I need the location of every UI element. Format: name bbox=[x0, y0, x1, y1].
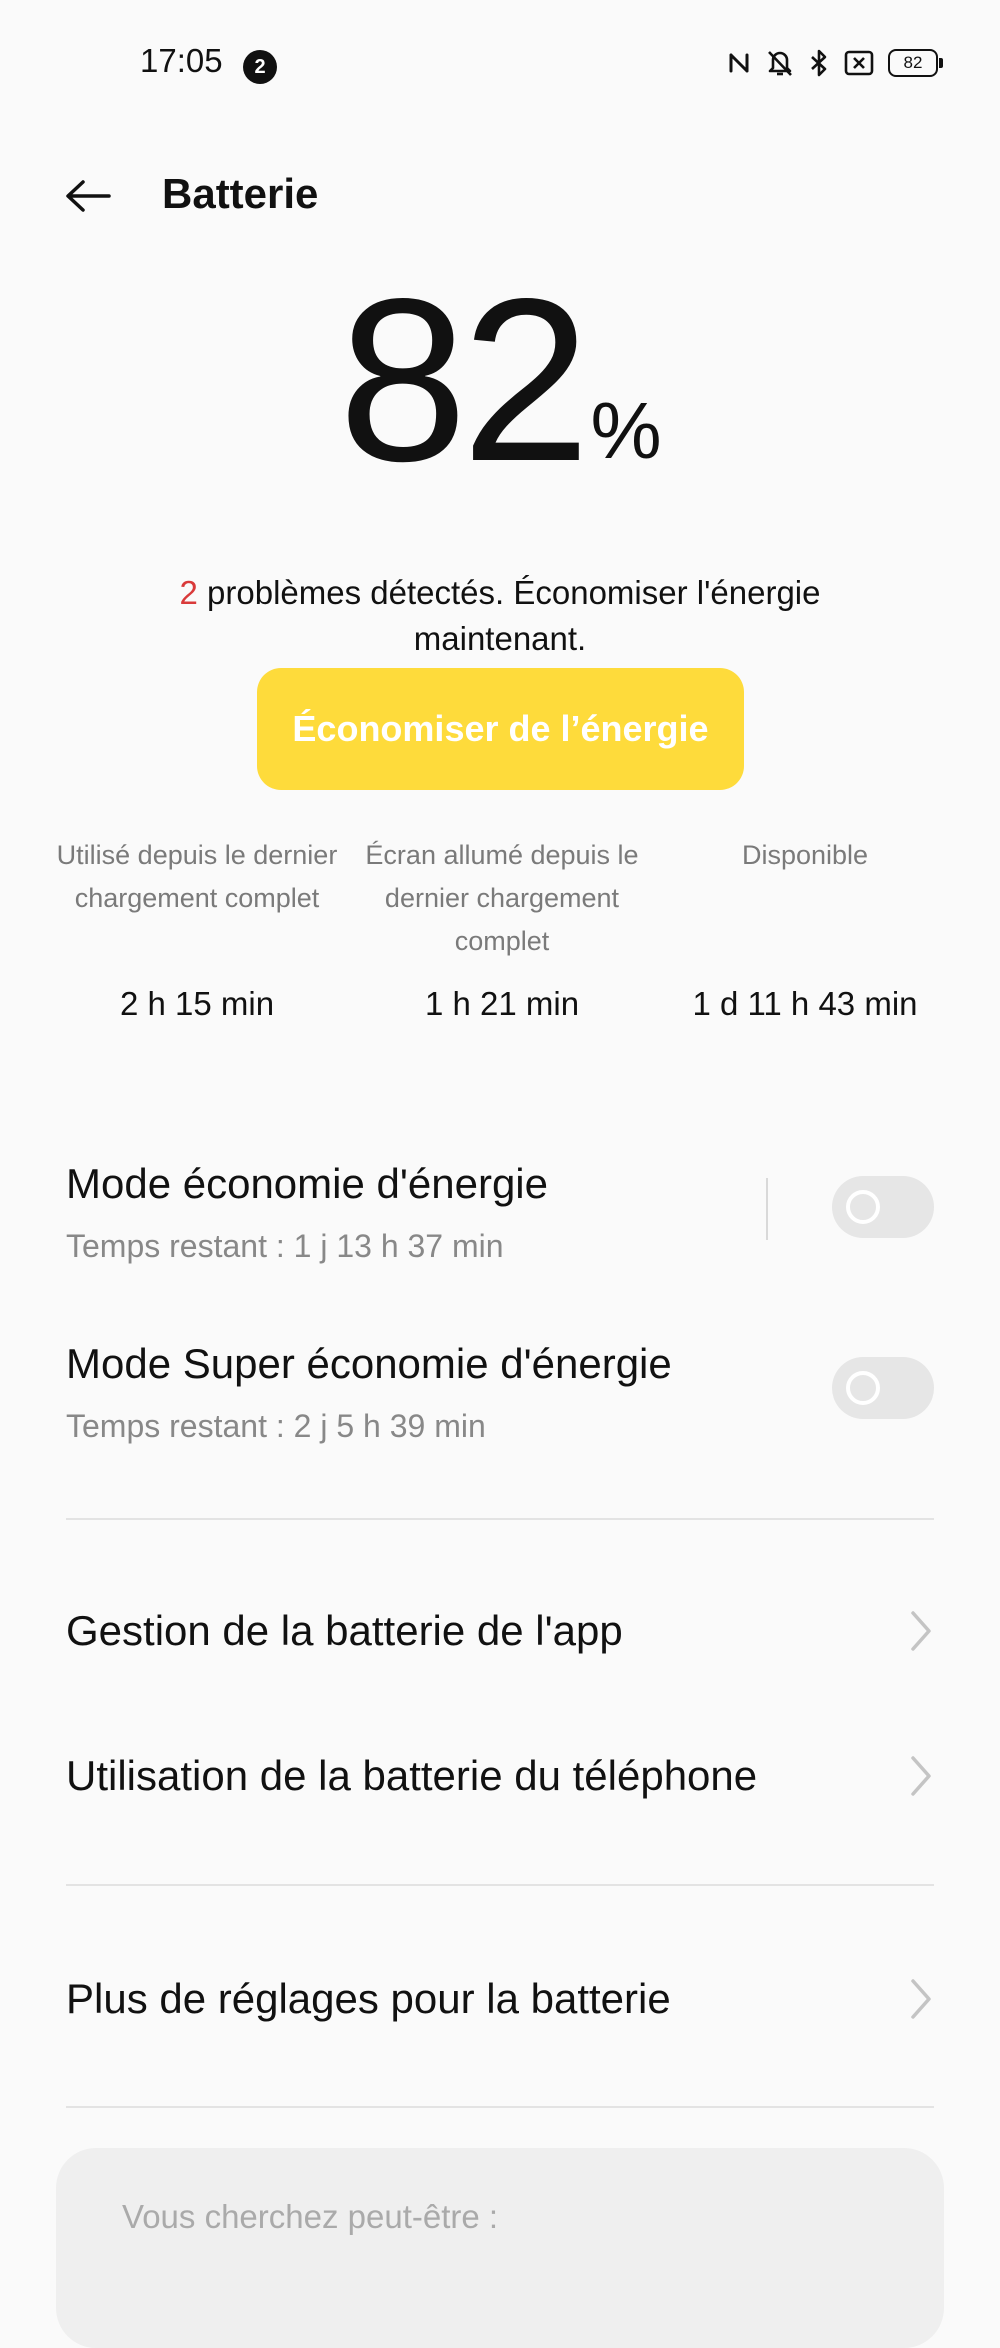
nav-item-label: Gestion de la batterie de l'app bbox=[66, 1607, 623, 1654]
nav-item-label: Plus de réglages pour la batterie bbox=[66, 1975, 671, 2022]
stat-used-value: 2 h 15 min bbox=[119, 985, 275, 1022]
nav-item-label: Utilisation de la batterie du téléphone bbox=[66, 1752, 758, 1799]
toggle-knob bbox=[846, 1190, 880, 1224]
bluetooth-icon bbox=[808, 48, 830, 78]
status-time: 17:05 bbox=[140, 42, 223, 79]
super-power-saving-mode-toggle[interactable] bbox=[832, 1357, 934, 1419]
battery-icon: 82 bbox=[888, 49, 943, 77]
no-sim-icon bbox=[844, 49, 874, 77]
section-divider bbox=[66, 2106, 934, 2108]
stat-used-label: Utilisé depuis le dernier chargement com… bbox=[56, 840, 338, 913]
app-battery-management-item[interactable]: Gestion de la batterie de l'app bbox=[66, 1586, 934, 1676]
suggestions-title: Vous cherchez peut-être : bbox=[122, 2198, 499, 2235]
super-power-saving-mode-subtitle: Temps restant : 2 j 5 h 39 min bbox=[66, 1408, 486, 1444]
silent-icon bbox=[766, 48, 794, 78]
chevron-right-icon bbox=[908, 1977, 934, 2021]
chevron-right-icon bbox=[908, 1754, 934, 1798]
stat-available-label: Disponible bbox=[741, 840, 869, 870]
problems-text: problèmes détectés. Économiser l'énergie… bbox=[197, 574, 821, 657]
page-title: Batterie bbox=[162, 170, 319, 217]
status-icons: 82 bbox=[726, 48, 943, 78]
chevron-right-icon bbox=[908, 1609, 934, 1653]
save-energy-button[interactable]: Économiser de l’énergie bbox=[257, 668, 744, 790]
battery-percent-display: 82% bbox=[0, 265, 1000, 497]
power-saving-mode-subtitle: Temps restant : 1 j 13 h 37 min bbox=[66, 1228, 504, 1264]
arrow-left-icon bbox=[63, 178, 113, 219]
section-divider bbox=[66, 1884, 934, 1886]
battery-percent-value: 82 bbox=[338, 251, 590, 510]
percent-symbol: % bbox=[590, 386, 662, 475]
nfc-icon bbox=[726, 49, 752, 77]
suggestions-card bbox=[56, 2148, 944, 2348]
problems-count: 2 bbox=[179, 574, 198, 611]
section-divider bbox=[66, 1518, 934, 1520]
stat-screen-value: 1 h 21 min bbox=[424, 985, 580, 1022]
more-battery-settings-item[interactable]: Plus de réglages pour la batterie bbox=[66, 1954, 934, 2044]
stat-available-value: 1 d 11 h 43 min bbox=[692, 985, 918, 1022]
row-separator bbox=[766, 1178, 768, 1240]
super-power-saving-mode-title[interactable]: Mode Super économie d'énergie bbox=[66, 1340, 672, 1388]
toggle-knob bbox=[846, 1371, 880, 1405]
power-saving-mode-toggle[interactable] bbox=[832, 1176, 934, 1238]
stat-screen-label: Écran allumé depuis le dernier chargemen… bbox=[365, 840, 639, 956]
power-saving-mode-title[interactable]: Mode économie d'énergie bbox=[66, 1160, 548, 1208]
problems-message: 2 problèmes détectés. Économiser l'énerg… bbox=[100, 570, 900, 662]
back-button[interactable] bbox=[60, 170, 116, 226]
phone-battery-usage-item[interactable]: Utilisation de la batterie du téléphone bbox=[66, 1731, 934, 1821]
notification-badge: 2 bbox=[243, 50, 277, 84]
